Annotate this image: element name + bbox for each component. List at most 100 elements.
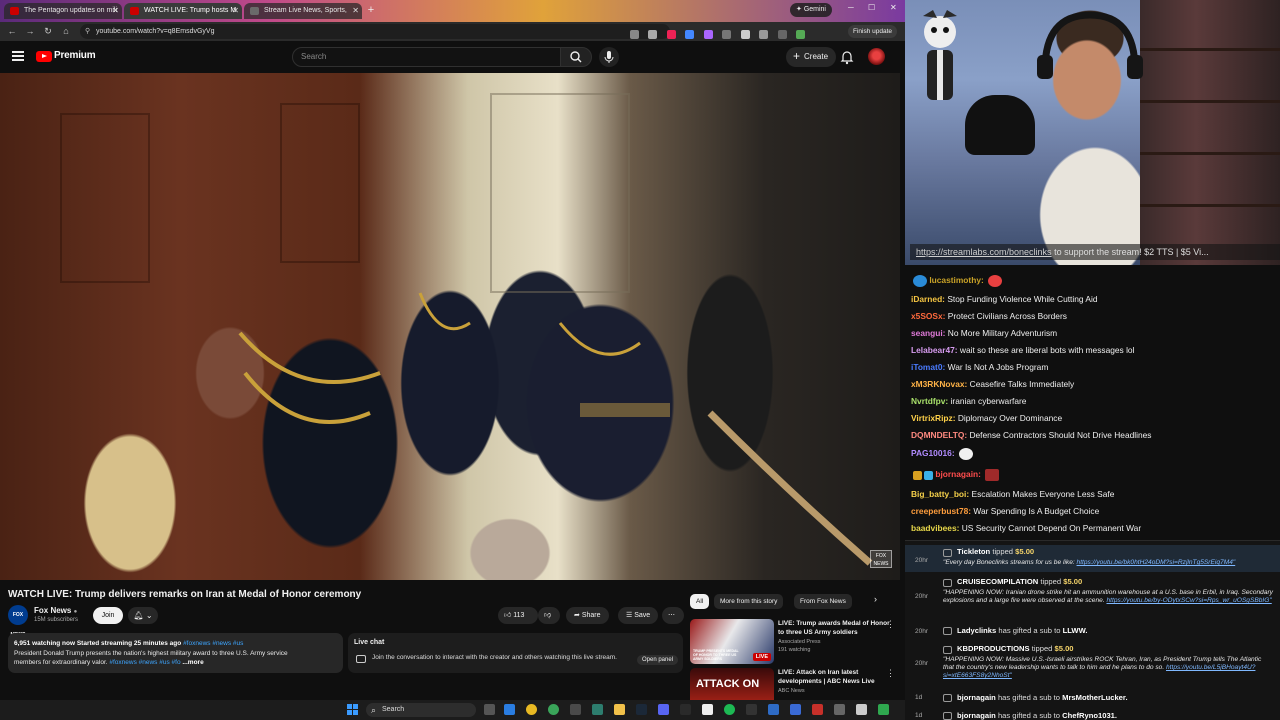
site-info-icon[interactable]: ⚲ (85, 24, 90, 39)
finish-update-button[interactable]: Finish update (848, 25, 898, 38)
bookmark-star-icon[interactable] (648, 30, 658, 40)
tab-stream-live[interactable]: Stream Live News, Sports, ✕ (244, 3, 362, 19)
app-icon[interactable] (592, 704, 603, 715)
chat-username[interactable]: lucastimothy: (929, 275, 983, 285)
extension-icon[interactable] (722, 30, 732, 40)
spotify-icon[interactable] (724, 704, 735, 715)
description-box[interactable]: 6,951 watching now Started streaming 25 … (8, 633, 343, 673)
chat-username[interactable]: Lelabear47: (911, 345, 958, 355)
task-view-icon[interactable] (484, 704, 495, 715)
event-user[interactable]: CRUISECOMPILATION (957, 577, 1038, 586)
chat-username[interactable]: baadvibees: (911, 523, 959, 533)
dislike-button[interactable]: 👎︎ (538, 607, 560, 624)
chat-username[interactable]: PAG10016: (911, 448, 955, 458)
chrome-icon[interactable] (526, 704, 537, 715)
app-icon[interactable] (834, 704, 845, 715)
like-button[interactable]: 👍︎ 113 (498, 607, 538, 624)
app-icon[interactable] (856, 704, 867, 715)
chat-username[interactable]: bjornagain: (935, 469, 981, 479)
taskbar-search[interactable]: Search (366, 703, 476, 717)
close-tab-icon[interactable]: ✕ (232, 3, 239, 19)
recommended-video[interactable]: TRUMP PRESENTS MEDAL OF HONOR TO THREE U… (690, 619, 900, 664)
maximize-icon[interactable]: ☐ (868, 3, 875, 12)
chat-username[interactable]: iTomat0: (911, 362, 945, 372)
app-icon[interactable] (878, 704, 889, 715)
event-user[interactable]: bjornagain (957, 693, 996, 702)
gemini-button[interactable]: ✦ Gemini (790, 3, 832, 17)
app-icon[interactable] (812, 704, 823, 715)
open-panel-button[interactable]: Open panel (637, 655, 679, 665)
chat-username[interactable]: Nvrtdfpv: (911, 396, 948, 406)
chat-username[interactable]: x5SOSx: (911, 311, 945, 321)
profile-icon[interactable] (796, 30, 806, 40)
forward-icon[interactable]: → (24, 25, 36, 37)
app-icon[interactable] (702, 704, 713, 715)
chip-more-from-story[interactable]: More from this story (714, 594, 784, 609)
chat-username[interactable]: creeperbust78: (911, 506, 971, 516)
tab-pentagon[interactable]: The Pentagon updates on mili ✕ (4, 3, 122, 19)
chat-username[interactable]: seangui: (911, 328, 945, 338)
gift-recipient[interactable]: ChefRyno1031. (1062, 711, 1117, 720)
donation-link[interactable]: https://streamlabs.com/boneclinks (916, 247, 1052, 257)
close-window-icon[interactable]: ✕ (890, 3, 897, 12)
show-more-link[interactable]: ...more (182, 659, 203, 666)
event-link[interactable]: https://youtu.be/bk0htH24oDM?si=RzjlnTg5… (1077, 559, 1236, 566)
youtube-brand[interactable]: Premium (54, 50, 96, 61)
gift-recipient[interactable]: MrsMotherLucker. (1062, 693, 1127, 702)
chrome-icon[interactable] (548, 704, 559, 715)
app-icon[interactable] (570, 704, 581, 715)
share-button[interactable]: ➦ Share (566, 607, 609, 624)
reload-icon[interactable]: ↻ (42, 25, 54, 37)
video-thumbnail[interactable]: ATTACK ON (690, 668, 774, 700)
back-icon[interactable]: ← (6, 25, 18, 37)
voice-search-button[interactable] (599, 47, 619, 67)
event-link[interactable]: https://youtu.be/by-ODytxSCw?si=Rps_wr_u… (1106, 597, 1271, 604)
close-tab-icon[interactable]: ✕ (112, 3, 119, 19)
url-field[interactable]: ⚲ youtube.com/watch?v=q8EmsdvGyVg (80, 24, 670, 39)
search-button[interactable] (560, 47, 592, 67)
extension-icon[interactable] (666, 30, 676, 40)
video-thumbnail[interactable]: TRUMP PRESENTS MEDAL OF HONOR TO THREE U… (690, 619, 774, 664)
close-tab-icon[interactable]: ✕ (352, 3, 359, 19)
more-vertical-icon[interactable]: ⋮ (886, 668, 895, 679)
new-tab-button[interactable]: + (365, 4, 377, 16)
edge-icon[interactable] (504, 704, 515, 715)
chat-username[interactable]: DQMNDELTQ: (911, 430, 967, 440)
description-hashtags[interactable]: #foxnews #news #us #fo (109, 659, 180, 666)
subscribe-bell-button[interactable]: 🔔︎ ⌄ (128, 607, 158, 624)
app-icon[interactable] (790, 704, 801, 715)
account-avatar[interactable] (868, 48, 885, 65)
extension-icon[interactable] (703, 30, 713, 40)
event-user[interactable]: KBDPRODUCTIONS (957, 644, 1030, 653)
chip-from-fox-news[interactable]: From Fox News (794, 594, 852, 609)
search-input[interactable]: Search (292, 47, 562, 67)
windows-start-icon[interactable] (347, 704, 359, 716)
app-icon[interactable] (680, 704, 691, 715)
home-icon[interactable]: ⌂ (60, 25, 72, 37)
app-icon[interactable] (768, 704, 779, 715)
gift-recipient[interactable]: LLWW. (1063, 626, 1088, 635)
menu-icon[interactable] (12, 51, 24, 61)
recommended-video[interactable]: ATTACK ON LIVE: Attack on Iran latest de… (690, 668, 900, 700)
chat-username[interactable]: xM3RKNovax: (911, 379, 967, 389)
extension-icon[interactable] (740, 30, 750, 40)
tab-watch-live[interactable]: WATCH LIVE: Trump hosts M ✕ (124, 3, 242, 19)
create-button[interactable]: Create (786, 46, 837, 67)
chat-username[interactable]: VirtrixRipz: (911, 413, 956, 423)
channel-name[interactable]: Fox News ● (34, 606, 77, 615)
event-user[interactable]: Ladyclinks (957, 626, 996, 635)
save-button[interactable]: ☰ Save (618, 607, 659, 624)
video-player[interactable]: FOX NEWS (0, 73, 900, 580)
more-actions-button[interactable]: ⋯ (662, 607, 684, 624)
more-vertical-icon[interactable]: ⋮ (886, 619, 895, 630)
notifications-bell-icon[interactable] (840, 49, 854, 65)
steam-icon[interactable] (636, 704, 647, 715)
chevron-right-icon[interactable]: › (874, 594, 877, 604)
event-user[interactable]: bjornagain (957, 711, 996, 720)
extensions-puzzle-icon[interactable] (759, 30, 769, 40)
minimize-icon[interactable]: ─ (848, 3, 854, 12)
chat-username[interactable]: iDarned: (911, 294, 945, 304)
chip-all[interactable]: All (690, 594, 710, 609)
chat-username[interactable]: Big_batty_boi: (911, 489, 969, 499)
discord-icon[interactable] (658, 704, 669, 715)
